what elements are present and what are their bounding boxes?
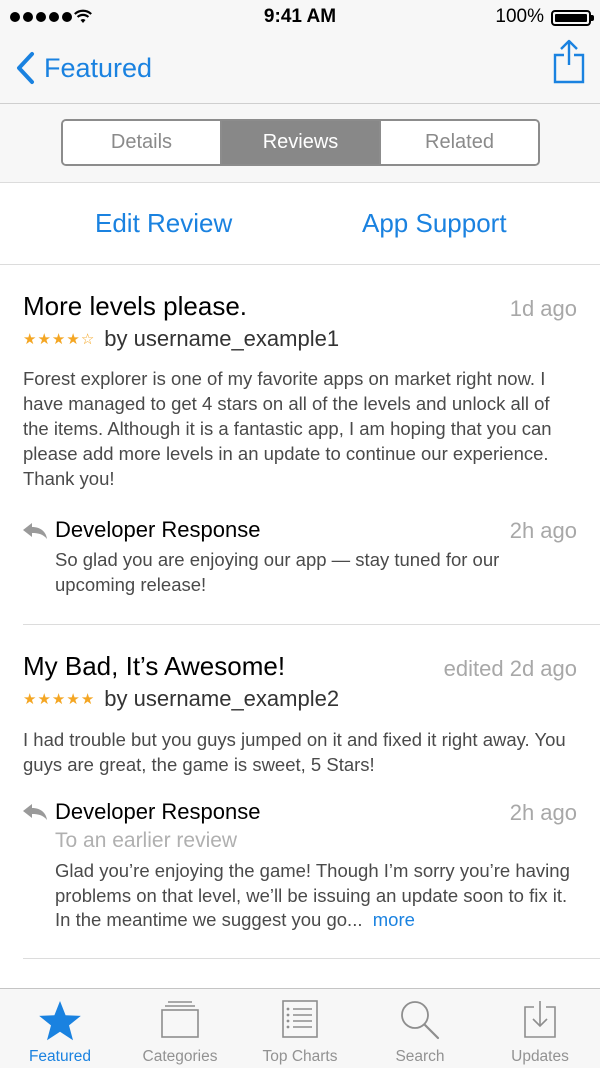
- developer-response-body-wrap: Glad you’re enjoying the game! Though I’…: [55, 859, 577, 933]
- developer-response-body: So glad you are enjoying our app — stay …: [55, 549, 500, 595]
- segment-related[interactable]: Related: [379, 121, 538, 164]
- reply-icon: [23, 804, 47, 820]
- star-rating: ★ ★ ★ ★ ☆: [23, 332, 94, 347]
- tab-label: Categories: [142, 1048, 218, 1065]
- status-bar: 9:41 AM 100%: [0, 0, 600, 34]
- categories-icon: [161, 1001, 199, 1038]
- battery-percentage: 100%: [495, 6, 544, 27]
- tab-bar: Featured Categories Top Charts Search Up…: [0, 988, 600, 1068]
- back-button-label: Featured: [44, 52, 153, 83]
- reply-icon: [23, 523, 47, 539]
- star-filled-icon: ★: [23, 330, 37, 348]
- tab-top-charts[interactable]: Top Charts: [240, 989, 360, 1068]
- review-body: Forest explorer is one of my favorite ap…: [23, 368, 552, 489]
- segment-bar: Details Reviews Related: [0, 104, 600, 183]
- tab-featured[interactable]: Featured: [0, 989, 120, 1068]
- review-time: edited 2d ago: [443, 656, 577, 681]
- developer-response-body: Glad you’re enjoying the game! Though I’…: [55, 860, 570, 930]
- tab-label: Top Charts: [262, 1048, 338, 1065]
- developer-response-subtitle: To an earlier review: [55, 829, 238, 852]
- star-filled-icon: ★: [51, 330, 66, 348]
- updates-icon: [524, 1001, 556, 1038]
- edit-review-link[interactable]: Edit Review: [95, 208, 232, 239]
- review-author: by username_example2: [104, 686, 340, 711]
- star-empty-icon: ☆: [80, 330, 95, 348]
- navigation-bar: Featured: [0, 34, 600, 104]
- tab-label: Search: [395, 1048, 445, 1065]
- tab-search[interactable]: Search: [360, 989, 480, 1068]
- review-byline: ★ ★ ★ ★ ★ by username_example2: [23, 686, 339, 712]
- back-button[interactable]: Featured: [14, 48, 152, 88]
- developer-response-title: Developer Response: [55, 517, 261, 542]
- review-body: I had trouble but you guys jumped on it …: [23, 729, 566, 775]
- segment-reviews[interactable]: Reviews: [220, 121, 379, 164]
- tab-label: Updates: [511, 1048, 569, 1065]
- chevron-left-icon: [17, 52, 34, 84]
- review-divider: [23, 958, 600, 959]
- star-filled-icon: ★: [66, 330, 80, 348]
- review-author: by username_example1: [104, 326, 340, 351]
- segmented-control: Details Reviews Related: [61, 119, 540, 166]
- review-divider: [23, 624, 600, 625]
- star-filled-icon: ★: [23, 690, 37, 708]
- star-filled-icon: ★: [51, 690, 66, 708]
- top-charts-icon: [282, 1000, 318, 1038]
- review-byline: ★ ★ ★ ★ ☆ by username_example1: [23, 326, 339, 352]
- share-icon[interactable]: [552, 38, 586, 84]
- developer-response-title: Developer Response: [55, 799, 261, 824]
- developer-response-time: 2h ago: [509, 518, 577, 543]
- developer-response-time: 2h ago: [509, 800, 577, 825]
- review-actions: Edit Review App Support: [0, 183, 600, 265]
- review-title: More levels please.: [23, 291, 247, 321]
- segment-details[interactable]: Details: [63, 121, 220, 164]
- star-filled-icon: ★: [80, 690, 95, 708]
- star-icon: [39, 1001, 81, 1041]
- tab-label: Featured: [28, 1048, 92, 1065]
- review-time: 1d ago: [509, 296, 577, 321]
- star-filled-icon: ★: [66, 690, 80, 708]
- tab-categories[interactable]: Categories: [120, 989, 240, 1068]
- more-link[interactable]: more: [373, 909, 415, 930]
- review-title: My Bad, It’s Awesome!: [23, 651, 286, 681]
- app-support-link[interactable]: App Support: [362, 208, 507, 239]
- tab-updates[interactable]: Updates: [480, 989, 600, 1068]
- battery-icon: [551, 10, 594, 26]
- star-rating: ★ ★ ★ ★ ★: [23, 692, 94, 707]
- search-icon: [401, 1001, 440, 1040]
- star-filled-icon: ★: [37, 330, 51, 348]
- star-filled-icon: ★: [37, 690, 51, 708]
